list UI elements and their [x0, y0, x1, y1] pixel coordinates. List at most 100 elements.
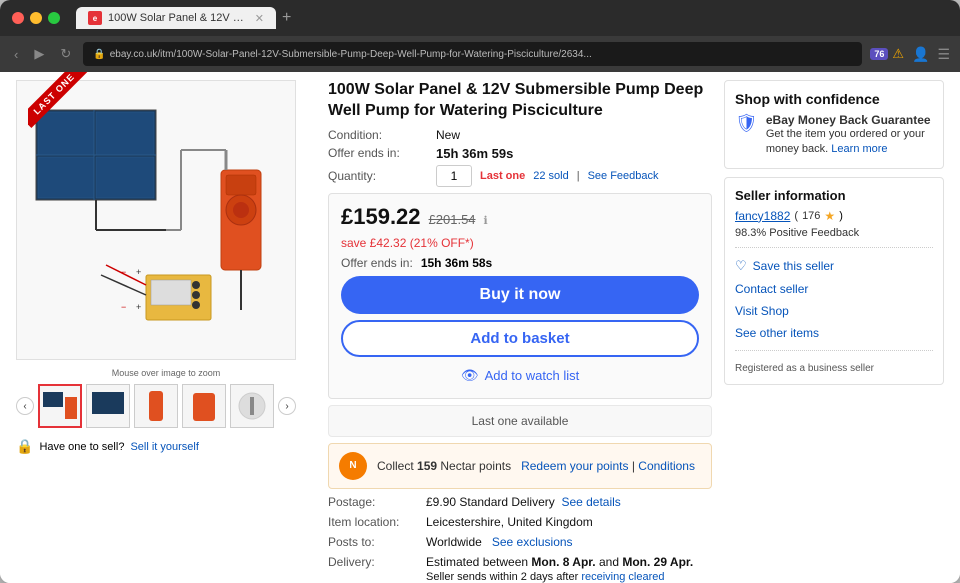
add-to-watchlist-button[interactable]: 👁 Add to watch list: [341, 363, 699, 388]
nectar-redeem-link[interactable]: Redeem your points: [521, 459, 628, 473]
quantity-label: Quantity:: [328, 169, 428, 183]
watch-icon: 👁: [461, 367, 479, 384]
price-section: £159.22 £201.54 ℹ save £42.32 (21% OFF*)…: [328, 193, 712, 399]
delivery-value: Estimated between Mon. 8 Apr. and Mon. 2…: [426, 555, 712, 583]
seller-rating-number: 176: [802, 210, 820, 222]
sell-text: Have one to sell?: [39, 441, 124, 453]
thumbnail-5[interactable]: [230, 384, 274, 428]
page-content: LAST ONE: [0, 72, 960, 583]
right-panel: Shop with confidence 🛡 eBay Money Back G…: [724, 80, 944, 583]
thumbnail-next-button[interactable]: ›: [278, 397, 296, 415]
postage-label: Postage:: [328, 495, 418, 509]
registered-text: Registered as a business seller: [735, 363, 933, 374]
thumbnail-4[interactable]: [182, 384, 226, 428]
svg-text:+: +: [136, 267, 141, 277]
minimize-button[interactable]: [30, 12, 42, 24]
thumbnail-2[interactable]: [86, 384, 130, 428]
offer-row-2: Offer ends in: 15h 36m 58s: [341, 256, 699, 270]
product-title: 100W Solar Panel & 12V Submersible Pump …: [328, 80, 712, 122]
confidence-box: Shop with confidence 🛡 eBay Money Back G…: [724, 80, 944, 169]
address-bar: ‹ ▶ ↻ 🔒 ebay.co.uk/itm/100W-Solar-Panel-…: [0, 36, 960, 72]
see-exclusions-link[interactable]: See exclusions: [492, 535, 573, 549]
see-other-items-link[interactable]: See other items: [735, 324, 933, 342]
sold-count-link[interactable]: 22 sold: [533, 170, 568, 182]
offer-ends-label: Offer ends in:: [328, 146, 428, 160]
svg-text:+: +: [136, 302, 141, 312]
center-panel: 100W Solar Panel & 12V Submersible Pump …: [328, 80, 712, 583]
item-details: Condition: New Offer ends in: 15h 36m 59…: [328, 128, 712, 187]
left-panel: − + − +: [16, 80, 316, 583]
menu-icon[interactable]: ☰: [937, 46, 950, 63]
seller-name-row: fancy1882 ( 176 ★ ): [735, 209, 933, 223]
quantity-row: Quantity: Last one 22 sold | See Feedbac…: [328, 165, 712, 187]
refresh-button[interactable]: ↻: [56, 44, 75, 64]
see-details-link[interactable]: See details: [561, 495, 620, 509]
url-input[interactable]: 🔒 ebay.co.uk/itm/100W-Solar-Panel-12V-Su…: [83, 42, 862, 66]
heart-icon: ♡: [735, 258, 747, 274]
seller-star-icon: ★: [824, 209, 835, 223]
sell-section: 🔒 Have one to sell? Sell it yourself: [16, 438, 316, 455]
see-feedback-link[interactable]: See Feedback: [588, 170, 659, 182]
delivery-row: Delivery: Estimated between Mon. 8 Apr. …: [328, 555, 712, 583]
watch-label: Add to watch list: [485, 368, 580, 383]
add-to-basket-button[interactable]: Add to basket: [341, 320, 699, 357]
cleared-payment-link[interactable]: receiving cleared payment.: [426, 571, 664, 583]
contact-seller-link[interactable]: Contact seller: [735, 280, 933, 298]
thumbnail-3[interactable]: [134, 384, 178, 428]
tab-bar: e 100W Solar Panel & 12V Subme... ✕ +: [76, 7, 948, 29]
guarantee-row: 🛡 eBay Money Back Guarantee Get the item…: [735, 113, 933, 158]
offer-ends-row: Offer ends in: 15h 36m 59s: [328, 146, 712, 161]
back-button[interactable]: ‹: [10, 45, 22, 64]
last-one-ribbon: LAST ONE: [28, 72, 98, 142]
learn-more-link[interactable]: Learn more: [831, 143, 887, 155]
save-seller-action[interactable]: ♡ Save this seller: [735, 256, 933, 276]
new-tab-button[interactable]: +: [282, 9, 291, 27]
feedback-percentage: 98.3% Positive Feedback: [735, 227, 933, 239]
thumbnail-1[interactable]: [38, 384, 82, 428]
last-available-bar: Last one available: [328, 405, 712, 437]
posts-to-label: Posts to:: [328, 535, 418, 549]
nectar-section: N Collect 159 Nectar points Redeem your …: [328, 443, 712, 489]
traffic-lights: [12, 12, 60, 24]
seller-box: Seller information fancy1882 ( 176 ★ ) 9…: [724, 177, 944, 385]
divider-1: [735, 247, 933, 248]
forward-button[interactable]: ▶: [30, 44, 48, 64]
condition-row: Condition: New: [328, 128, 712, 142]
guarantee-icon: 🛡: [735, 113, 758, 134]
item-location-label: Item location:: [328, 515, 418, 529]
seller-info-title: Seller information: [735, 188, 933, 203]
last-one-badge: Last one: [480, 170, 525, 182]
quantity-input[interactable]: [436, 165, 472, 187]
sell-icon: 🔒: [16, 438, 33, 455]
postage-row: Postage: £9.90 Standard Delivery See det…: [328, 495, 712, 509]
active-tab[interactable]: e 100W Solar Panel & 12V Subme... ✕: [76, 7, 276, 29]
guarantee-body: Get the item you ordered or your money b…: [766, 127, 933, 158]
seller-name-link[interactable]: fancy1882: [735, 209, 790, 223]
item-location-row: Item location: Leicestershire, United Ki…: [328, 515, 712, 529]
visit-shop-link[interactable]: Visit Shop: [735, 302, 933, 320]
divider-2: [735, 350, 933, 351]
price-info-icon: ℹ: [484, 214, 488, 227]
maximize-button[interactable]: [48, 12, 60, 24]
posts-to-row: Posts to: Worldwide See exclusions: [328, 535, 712, 549]
nectar-content: Collect 159 Nectar points Redeem your po…: [377, 459, 695, 473]
nectar-conditions-link[interactable]: Conditions: [638, 459, 695, 473]
url-text: ebay.co.uk/itm/100W-Solar-Panel-12V-Subm…: [110, 49, 592, 60]
buy-it-now-button[interactable]: Buy it now: [341, 276, 699, 314]
account-icon[interactable]: 👤: [912, 46, 929, 63]
tab-close-button[interactable]: ✕: [255, 12, 264, 25]
save-seller-label: Save this seller: [753, 259, 834, 273]
zoom-hint: Mouse over image to zoom: [16, 368, 316, 378]
warning-icon: ⚠: [892, 46, 904, 62]
address-action-icons: 👤 ☰: [912, 46, 950, 63]
offer-ends-timer-2: 15h 36m 58s: [421, 256, 492, 270]
delivery-label: Delivery:: [328, 555, 418, 583]
nectar-collect-text: Collect 159 Nectar points: [377, 459, 521, 473]
thumbnail-prev-button[interactable]: ‹: [16, 397, 34, 415]
title-bar: e 100W Solar Panel & 12V Subme... ✕ +: [0, 0, 960, 36]
guarantee-title: eBay Money Back Guarantee: [766, 113, 933, 127]
sell-yourself-link[interactable]: Sell it yourself: [130, 441, 198, 453]
confidence-title: Shop with confidence: [735, 91, 933, 107]
condition-value: New: [436, 128, 460, 142]
close-button[interactable]: [12, 12, 24, 24]
